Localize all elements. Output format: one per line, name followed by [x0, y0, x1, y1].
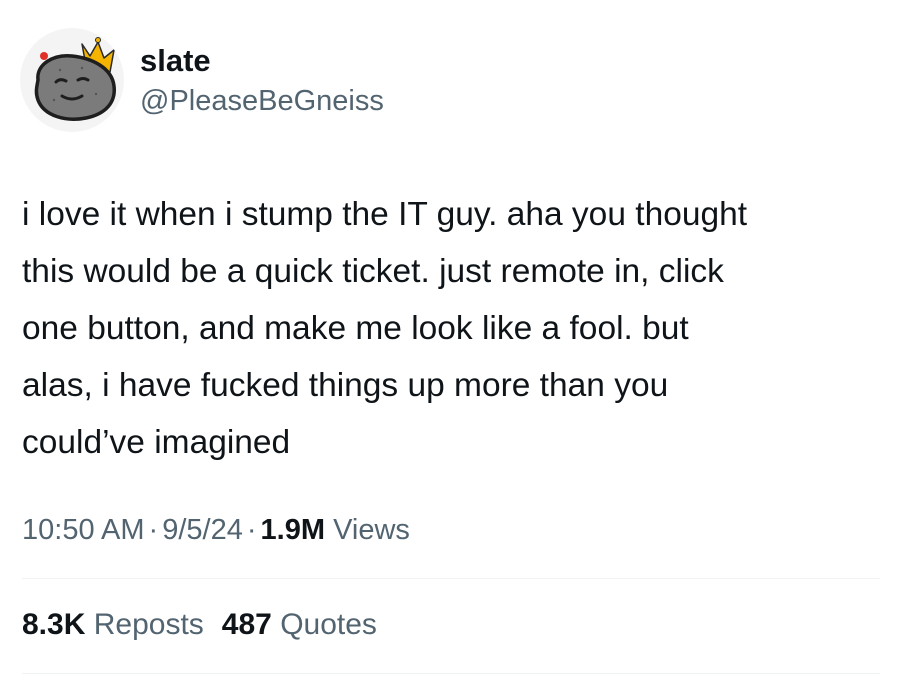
meta-separator: · [246, 514, 257, 546]
divider [22, 578, 880, 579]
rock-face-with-crown-icon [34, 37, 116, 121]
quotes-count: 487 [221, 608, 272, 641]
reposts-count: 8.3K [22, 608, 86, 641]
tweet-header: slate @PleaseBeGneiss [18, 20, 878, 132]
views-count: 1.9M [260, 514, 325, 546]
tweet-meta: 10:50 AM · 9/5/24 · 1.9M Views [22, 510, 410, 550]
reposts-link[interactable]: 8.3K Reposts [22, 604, 204, 646]
avatar[interactable] [20, 28, 124, 132]
quotes-link[interactable]: 487 Quotes [222, 604, 377, 646]
tweet-date[interactable]: 9/5/24 [162, 514, 243, 546]
quotes-label: Quotes [280, 608, 377, 641]
tweet-text: i love it when i stump the IT guy. aha y… [22, 196, 748, 461]
user-handle[interactable]: @PleaseBeGneiss [140, 84, 384, 118]
user-names: slate @PleaseBeGneiss [140, 44, 384, 118]
meta-separator: · [148, 514, 159, 546]
divider [22, 673, 880, 674]
display-name[interactable]: slate [140, 44, 384, 78]
reposts-label: Reposts [93, 608, 204, 641]
engagement-stats: 8.3K Reposts 487 Quotes [22, 604, 395, 646]
views-label: Views [333, 514, 410, 546]
tweet-time[interactable]: 10:50 AM [22, 514, 145, 546]
